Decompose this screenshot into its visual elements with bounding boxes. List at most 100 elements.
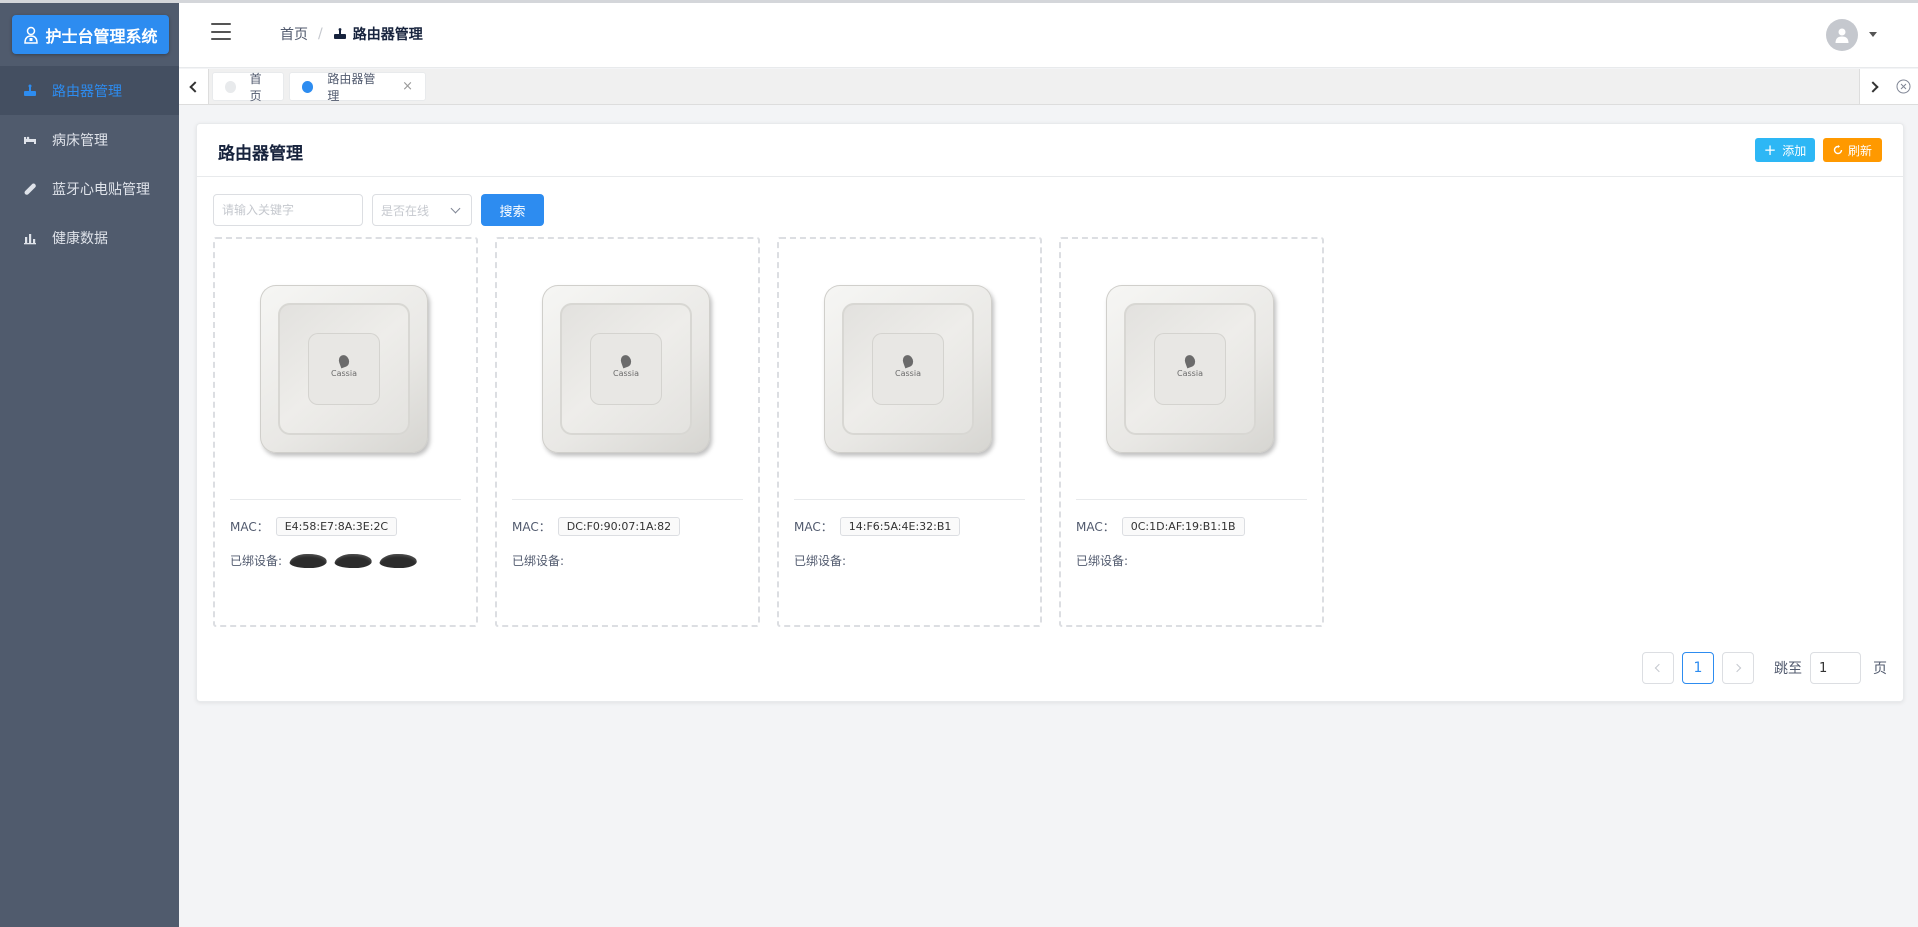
mac-address-tag: DC:F0:90:07:1A:82 <box>557 517 681 536</box>
chevron-left-icon <box>1654 663 1664 673</box>
mac-row: MAC： DC:F0:90:07:1A:82 <box>512 517 681 536</box>
jump-page-input[interactable] <box>1810 652 1861 684</box>
router-card[interactable]: Cassia MAC： 14:F6:5A:4E:32:B1 已绑设备: <box>777 237 1042 627</box>
keyword-search-input[interactable] <box>213 194 363 226</box>
chevron-down-icon <box>450 203 461 213</box>
router-card[interactable]: Cassia MAC： 0C:1D:AF:19:B1:1B 已绑设备: <box>1059 237 1324 627</box>
mac-label: MAC： <box>794 520 833 534</box>
close-all-tabs-button[interactable] <box>1889 69 1918 104</box>
app-logo[interactable]: 护士台管理系统 <box>12 15 169 54</box>
bound-devices-row: 已绑设备: <box>794 552 846 569</box>
close-circle-icon <box>1896 79 1911 94</box>
tab-home[interactable]: 首页 <box>212 71 284 103</box>
ecg-patch-device-icon[interactable] <box>378 553 419 568</box>
sidebar-item-label: 病床管理 <box>52 132 108 149</box>
divider <box>230 499 461 500</box>
bed-icon <box>22 132 38 148</box>
mac-row: MAC： 14:F6:5A:4E:32:B1 <box>794 517 961 536</box>
tab-status-dot <box>225 80 236 93</box>
ecg-patch-device-icon[interactable] <box>333 553 374 568</box>
app-title: 护士台管理系统 <box>45 26 158 46</box>
divider <box>512 499 743 500</box>
breadcrumb-home[interactable]: 首页 <box>280 24 308 44</box>
mac-label: MAC： <box>230 520 269 534</box>
page-number-button[interactable]: 1 <box>1682 652 1714 684</box>
sidebar-menu: 路由器管理 病床管理 蓝牙心电贴管理 健康数据 <box>0 66 179 262</box>
bandage-icon <box>22 181 38 197</box>
breadcrumb: 首页 / 路由器管理 <box>280 24 423 44</box>
router-brand: Cassia <box>613 369 639 378</box>
chevron-left-icon <box>189 80 201 93</box>
card-header: 路由器管理 + 添加 刷新 <box>197 124 1903 177</box>
router-card[interactable]: Cassia MAC： DC:F0:90:07:1A:82 已绑设备: <box>495 237 760 627</box>
prev-page-button[interactable] <box>1642 652 1674 684</box>
mac-row: MAC： E4:58:E7:8A:3E:2C <box>230 517 398 536</box>
refresh-icon <box>1833 145 1843 155</box>
router-card-grid: Cassia MAC： E4:58:E7:8A:3E:2C 已绑设备: Cass… <box>213 237 1324 627</box>
router-image: Cassia <box>260 285 428 453</box>
online-status-select[interactable]: 是否在线 <box>372 194 472 226</box>
mac-label: MAC： <box>1076 520 1115 534</box>
sidebar-item-ecg-patch[interactable]: 蓝牙心电贴管理 <box>0 164 179 213</box>
divider <box>1076 499 1307 500</box>
bound-devices-row: 已绑设备: <box>512 552 564 569</box>
bar-chart-icon <box>22 230 38 246</box>
sidebar: 护士台管理系统 路由器管理 病床管理 蓝牙心电贴管理 健康数据 <box>0 0 179 927</box>
router-card[interactable]: Cassia MAC： E4:58:E7:8A:3E:2C 已绑设备: <box>213 237 478 627</box>
bound-devices-label: 已绑设备: <box>794 554 847 568</box>
sidebar-item-bed[interactable]: 病床管理 <box>0 115 179 164</box>
sidebar-item-label: 路由器管理 <box>52 83 122 100</box>
top-header: 首页 / 路由器管理 <box>179 3 1918 68</box>
mac-label: MAC： <box>512 520 551 534</box>
tabs-scroll-left-button[interactable] <box>179 69 209 104</box>
ecg-patch-device-icon[interactable] <box>288 553 329 568</box>
add-button[interactable]: + 添加 <box>1755 138 1815 162</box>
page-suffix-label: 页 <box>1873 661 1887 677</box>
breadcrumb-current: 路由器管理 <box>333 24 423 44</box>
divider <box>794 499 1025 500</box>
window-top-border <box>0 0 1918 3</box>
breadcrumb-separator: / <box>318 26 323 42</box>
next-page-button[interactable] <box>1722 652 1754 684</box>
menu-toggle-icon[interactable] <box>211 23 231 40</box>
mac-row: MAC： 0C:1D:AF:19:B1:1B <box>1076 517 1245 536</box>
online-status-placeholder: 是否在线 <box>381 203 430 218</box>
router-icon <box>333 27 346 39</box>
router-image: Cassia <box>1106 285 1274 453</box>
router-brand: Cassia <box>1177 369 1203 378</box>
tab-label: 首页 <box>249 71 262 103</box>
tab-label: 路由器管理 <box>327 71 376 103</box>
router-image: Cassia <box>542 285 710 453</box>
user-avatar[interactable] <box>1826 19 1858 51</box>
bound-devices-label: 已绑设备: <box>230 554 283 568</box>
search-button[interactable]: 搜索 <box>481 194 544 226</box>
nurse-icon <box>24 26 39 44</box>
router-management-card: 路由器管理 + 添加 刷新 是否在线 搜索 Cassia MAC： <box>196 123 1904 702</box>
refresh-button[interactable]: 刷新 <box>1823 138 1882 162</box>
chevron-right-icon <box>1867 80 1879 93</box>
add-button-label: 添加 <box>1782 143 1807 158</box>
router-brand: Cassia <box>331 369 357 378</box>
tabs-scroll-right-button[interactable] <box>1859 69 1889 104</box>
sidebar-item-label: 蓝牙心电贴管理 <box>52 181 150 198</box>
close-icon[interactable]: × <box>402 79 413 94</box>
search-filters: 是否在线 搜索 <box>213 194 544 226</box>
bound-devices-row: 已绑设备: <box>230 552 419 569</box>
sidebar-item-health-data[interactable]: 健康数据 <box>0 213 179 262</box>
tab-router-management[interactable]: 路由器管理 × <box>289 71 426 103</box>
caret-down-icon[interactable] <box>1869 32 1877 37</box>
router-brand: Cassia <box>895 369 921 378</box>
tab-status-dot <box>302 80 314 93</box>
sidebar-item-router[interactable]: 路由器管理 <box>0 66 179 115</box>
breadcrumb-current-label: 路由器管理 <box>352 27 423 43</box>
sidebar-item-label: 健康数据 <box>52 230 108 247</box>
bound-devices-label: 已绑设备: <box>512 554 565 568</box>
jump-to-label: 跳至 <box>1774 661 1802 677</box>
bound-devices-label: 已绑设备: <box>1076 554 1129 568</box>
mac-address-tag: 0C:1D:AF:19:B1:1B <box>1121 517 1245 536</box>
tabs-bar: 首页 路由器管理 × <box>179 69 1918 105</box>
refresh-button-label: 刷新 <box>1847 143 1872 158</box>
mac-address-tag: 14:F6:5A:4E:32:B1 <box>839 517 961 536</box>
chevron-right-icon <box>1732 663 1742 673</box>
router-icon <box>22 83 38 99</box>
